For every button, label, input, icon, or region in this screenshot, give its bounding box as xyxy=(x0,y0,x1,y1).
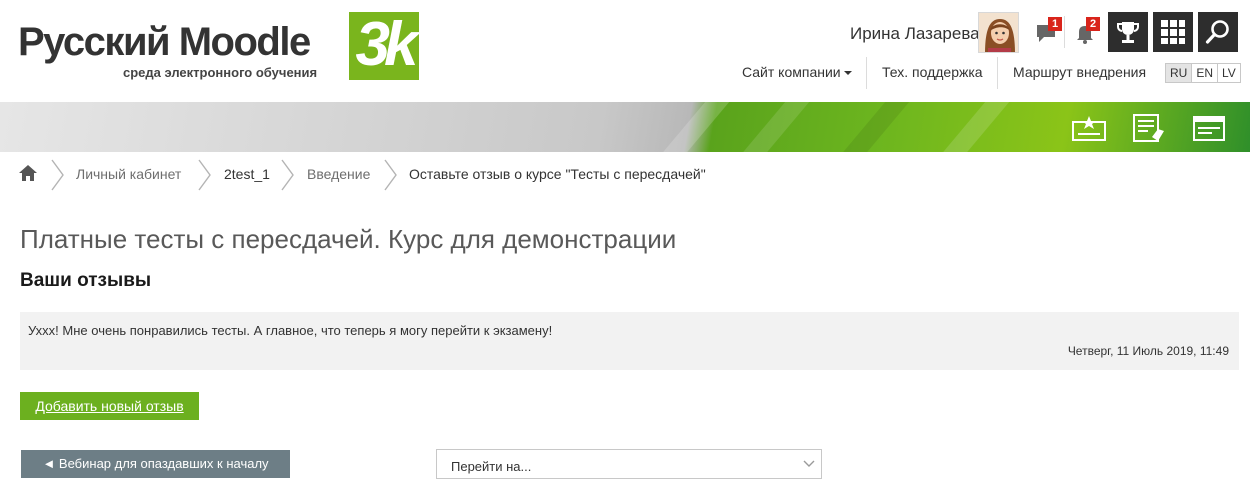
banner-stripe xyxy=(826,102,918,152)
language-switcher: RU EN LV xyxy=(1165,63,1241,83)
breadcrumb-section[interactable]: Введение xyxy=(307,166,370,182)
messages-toggle[interactable]: 1 xyxy=(1034,17,1062,46)
lang-lv[interactable]: LV xyxy=(1218,64,1240,82)
company-site-label: Сайт компании xyxy=(742,64,841,80)
previous-activity-button[interactable]: ◄ Вебинар для опаздавших к началу xyxy=(21,450,290,478)
review-card: Уххх! Мне очень понравились тесты. А гла… xyxy=(20,312,1239,370)
jump-to-value: Перейти на... xyxy=(451,459,532,474)
logo-badge: 3k xyxy=(349,12,419,80)
add-review-button[interactable]: Добавить новый отзыв xyxy=(20,392,199,420)
logo-subtitle: среда электронного обучения xyxy=(123,65,318,80)
banner-stripe xyxy=(926,102,1018,152)
avatar[interactable] xyxy=(978,12,1019,53)
lang-ru[interactable]: RU xyxy=(1166,64,1193,82)
search-icon xyxy=(1205,20,1229,44)
breadcrumb-current: Оставьте отзыв о курсе "Тесты с пересдач… xyxy=(409,166,706,182)
caret-down-icon xyxy=(843,71,852,76)
divider xyxy=(997,57,998,89)
company-site-menu[interactable]: Сайт компании xyxy=(742,64,852,80)
banner-stripe xyxy=(726,102,818,152)
certificates-button[interactable] xyxy=(1072,113,1106,143)
section-title: Ваши отзывы xyxy=(20,270,152,291)
checklist-icon xyxy=(1133,114,1164,142)
certificate-icon xyxy=(1072,116,1106,141)
trophy-icon xyxy=(1117,22,1139,43)
implementation-link[interactable]: Маршрут внедрения xyxy=(1013,64,1146,80)
courses-button[interactable] xyxy=(1192,113,1226,143)
notifications-badge: 2 xyxy=(1086,17,1100,31)
achievements-button[interactable] xyxy=(1108,12,1148,52)
site-logo[interactable]: Русский Moodle среда электронного обучен… xyxy=(18,12,428,84)
support-link[interactable]: Тех. поддержка xyxy=(882,64,983,80)
chevron-right-icon xyxy=(51,159,64,191)
chevron-right-icon xyxy=(198,159,211,191)
logo-badge-text: 3k xyxy=(355,10,419,79)
notifications-toggle[interactable]: 2 xyxy=(1072,17,1100,46)
page-title: Платные тесты с пересдачей. Курс для дем… xyxy=(20,224,677,254)
logo-main-text: Русский Moodle xyxy=(18,20,311,64)
grid-icon xyxy=(1161,20,1185,44)
green-banner xyxy=(0,102,1250,152)
chevron-right-icon xyxy=(281,159,294,191)
divider xyxy=(1064,16,1065,48)
breadcrumb-dashboard[interactable]: Личный кабинет xyxy=(76,166,181,182)
home-icon[interactable] xyxy=(18,164,38,182)
messages-badge: 1 xyxy=(1048,17,1062,31)
site-header: Русский Moodle среда электронного обучен… xyxy=(0,0,1250,102)
review-text: Уххх! Мне очень понравились тесты. А гла… xyxy=(28,323,553,338)
tasks-button[interactable] xyxy=(1132,113,1166,143)
chevron-right-icon xyxy=(384,159,397,191)
jump-to-select[interactable]: Перейти на... xyxy=(436,449,822,479)
divider xyxy=(866,57,867,89)
user-name[interactable]: Ирина Лазарева xyxy=(850,24,980,44)
folder-window-icon xyxy=(1193,116,1225,141)
banner-stripe xyxy=(646,102,738,152)
search-button[interactable] xyxy=(1198,12,1238,52)
review-date: Четверг, 11 Июль 2019, 11:49 xyxy=(1067,344,1229,358)
chevron-down-icon xyxy=(803,460,815,467)
lang-en[interactable]: EN xyxy=(1192,64,1219,82)
apps-menu-button[interactable] xyxy=(1153,12,1193,52)
breadcrumb-course[interactable]: 2test_1 xyxy=(224,166,270,182)
